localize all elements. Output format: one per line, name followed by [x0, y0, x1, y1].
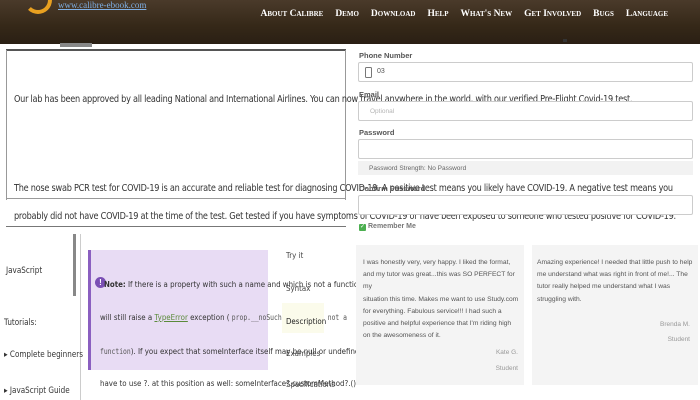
phone-icon [365, 67, 372, 78]
tutorial-sidebar-javascript-guide[interactable]: ▸ JavaScript Guide [4, 386, 70, 396]
note-line-3: function). If you expect that someInterf… [100, 346, 381, 356]
article-divider [6, 198, 346, 199]
note-line-2-post: exception ( [190, 312, 230, 322]
nav-item-download[interactable]: Download [371, 9, 416, 19]
testimonial-card: I was honestly very, very happy. I liked… [356, 245, 524, 385]
article-bottom-rule [6, 226, 346, 227]
article-paragraph-pcr: The nose swab PCR test for COVID-19 is a… [14, 183, 673, 194]
testimonial-line: for everything. Fabulous service!!! I ha… [363, 307, 502, 315]
phone-label: Phone Number [359, 51, 413, 60]
article-border-right [345, 50, 346, 200]
note-label: Note: [104, 279, 126, 289]
nav-item-whats-new[interactable]: What's New [461, 9, 513, 19]
toc-try-it[interactable]: Try it [286, 250, 303, 260]
tutorial-sidebar-javascript-guide-label: JavaScript Guide [9, 386, 70, 396]
testimonial-line: I was honestly very, very happy. I liked… [363, 259, 511, 266]
note-code-function: function [100, 347, 131, 356]
toc-description[interactable]: Description [286, 316, 326, 326]
testimonial-line: and my tutor was great...this was SO PER… [363, 271, 515, 291]
tutorial-sidebar-complete-beginners-label: Complete beginners [9, 350, 84, 360]
nav-item-help[interactable]: Help [428, 9, 449, 19]
top-nav: www.calibre-ebook.com About Calibre Demo… [0, 0, 700, 44]
tutorial-sidebar-tutorials: Tutorials: [4, 318, 37, 328]
testimonial-text: Amazing experience! I needed that little… [537, 257, 692, 306]
note-line-1-text: If there is a property with such a name … [127, 279, 387, 289]
note-line-2-text: will still raise a [100, 312, 153, 322]
tutorial-sidebar-complete-beginners[interactable]: ▸ Complete beginners [4, 350, 83, 360]
email-field-wrapper [358, 101, 693, 121]
testimonial-author: Brenda M. [660, 321, 690, 328]
dropdown-indicator [563, 39, 567, 42]
testimonial-line: situation this time. Makes me want to us… [363, 295, 519, 303]
phone-value: 03 [377, 68, 385, 75]
nav-menu: About Calibre Demo Download Help What's … [261, 0, 700, 28]
nav-item-bugs[interactable]: Bugs [593, 9, 614, 19]
email-field[interactable] [367, 105, 667, 118]
testimonial-role: Student [667, 336, 690, 343]
toc-syntax[interactable]: Syntax [286, 283, 310, 293]
nav-item-language[interactable]: Language [626, 9, 668, 19]
confirm-password-label: Confirm Password [359, 184, 426, 193]
testimonial-line: struggling with. [537, 295, 582, 303]
remember-me-label[interactable]: Remember Me [368, 223, 416, 230]
logo-link[interactable]: www.calibre-ebook.com [58, 0, 146, 10]
logo-icon[interactable] [24, 0, 52, 14]
nav-item-about[interactable]: About Calibre [261, 9, 324, 19]
email-label: Email [359, 90, 380, 99]
typeerror-link[interactable]: TypeError [154, 312, 187, 322]
testimonial-line: positive and helpful experience that I'm… [363, 320, 512, 328]
testimonial-text: I was honestly very, very happy. I liked… [363, 257, 524, 342]
article-top-rule [6, 49, 346, 51]
phone-field[interactable]: 03 [358, 62, 693, 82]
testimonial-line: tutor really helped me understand what I… [537, 283, 671, 291]
testimonial-card: Amazing experience! I needed that little… [532, 245, 698, 385]
note-line-3-text: ). If you expect that someInterface itse… [130, 346, 382, 356]
article-border-left [6, 50, 7, 200]
testimonial-line: on the awesomeness of it. [363, 332, 441, 340]
testimonial-author: Kate G. [495, 349, 518, 356]
testimonial-line: Amazing experience! I needed that little… [537, 259, 693, 266]
confirm-password-field[interactable] [358, 195, 693, 215]
tutorial-note-box: ! Note: If there is a property with such… [88, 250, 396, 370]
testimonial-line: me understand what was right in front of… [537, 271, 688, 279]
password-label: Password [359, 128, 395, 137]
tutorial-scrollbar[interactable] [73, 234, 76, 296]
note-line-1: Note: If there is a property with such a… [104, 279, 396, 289]
remember-me-checkbox[interactable]: ✓ [359, 224, 366, 231]
scroll-thumb[interactable] [60, 43, 92, 47]
nav-item-get-involved[interactable]: Get Involved [524, 9, 581, 19]
nav-item-demo[interactable]: Demo [335, 9, 359, 19]
testimonial-role: Student [495, 365, 518, 372]
toc-examples[interactable]: Examples [286, 348, 320, 358]
tutorial-sidebar-divider [80, 234, 81, 400]
password-field[interactable] [358, 139, 693, 159]
tutorial-sidebar-javascript[interactable]: JavaScript [6, 266, 42, 276]
toc-specifications[interactable]: Specifications [286, 379, 335, 389]
password-strength-text: Password Strength: No Password [369, 165, 467, 172]
